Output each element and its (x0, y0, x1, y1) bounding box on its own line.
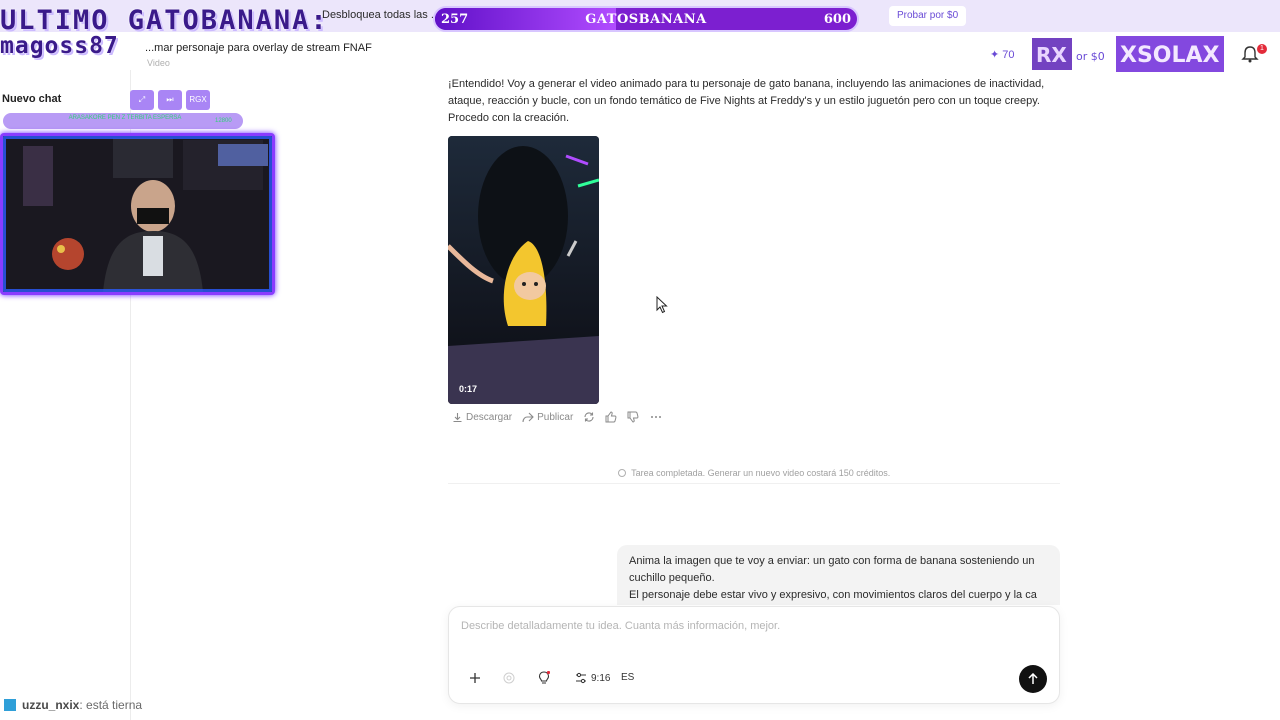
webcam-label-right: 12800 (215, 118, 232, 124)
aspect-ratio-selector[interactable]: 9:16 (575, 672, 610, 684)
sidebar-expand-button[interactable]: ⤢ (130, 90, 154, 110)
goal-title: GATOSBANANA (585, 12, 707, 27)
aspect-ratio-value: 9:16 (591, 672, 611, 684)
page-title: ...mar personaje para overlay de stream … (145, 42, 372, 54)
webcam-feed (0, 133, 275, 295)
assistant-message: ¡Entendido! Voy a generar el video anima… (448, 78, 1045, 124)
add-attachment-icon[interactable] (464, 667, 486, 689)
generated-video[interactable] (448, 136, 599, 404)
arrow-up-icon (1028, 673, 1038, 684)
disabled-option-icon[interactable] (498, 667, 520, 689)
user-message-line-1: Anima la imagen que te voy a enviar: un … (629, 555, 1035, 584)
download-label: Descargar (466, 411, 513, 423)
sponsor-logo-overlay: RX or $0 XSOLAX (1032, 36, 1224, 72)
prompt-composer: Describe detalladamente tu idea. Cuanta … (448, 606, 1060, 704)
publish-label: Publicar (537, 411, 574, 423)
app-root: Desbloquea todas las ... con una prueba … (0, 0, 1280, 720)
video-duration: 0:17 (459, 384, 478, 394)
page-subtitle: Video (147, 58, 170, 68)
overlay-username: magoss87 (0, 33, 119, 59)
settings-sliders-icon (576, 672, 586, 684)
sidebar-rgx-button[interactable]: RGX (186, 90, 210, 110)
send-button[interactable] (1019, 665, 1047, 693)
thumbs-up-icon[interactable] (605, 411, 617, 423)
task-status: Tarea completada. Generar un nuevo video… (448, 468, 1060, 484)
language-selector[interactable]: ES (621, 672, 634, 683)
chat-message: : está tierna (79, 698, 143, 712)
thumbs-down-icon[interactable] (627, 411, 639, 423)
chat-username: uzzu_nxix (22, 698, 80, 712)
svg-text:XSOLAX: XSOLAX (1120, 43, 1220, 68)
svg-text:or $0: or $0 (1076, 50, 1105, 63)
user-message-line-2: El personaje debe estar vivo y expresivo… (629, 589, 1037, 601)
mouse-cursor-icon (656, 296, 668, 314)
overlay-title: ULTIMO GATOBANANA: (0, 5, 329, 36)
task-status-text: Tarea completada. Generar un nuevo video… (631, 468, 891, 478)
download-button[interactable]: Descargar (452, 412, 512, 423)
credits-counter[interactable]: ✦ 70 (990, 48, 1015, 61)
share-icon (522, 412, 534, 422)
regenerate-icon[interactable] (583, 411, 595, 423)
user-message: Anima la imagen que te voy a enviar: un … (617, 545, 1060, 605)
chat-badge-icon (4, 699, 16, 711)
download-icon (453, 412, 462, 422)
prompt-input[interactable]: Describe detalladamente tu idea. Cuanta … (461, 620, 780, 632)
message-actions: Descargar Publicar (452, 409, 663, 425)
goal-target: 600 (823, 12, 851, 27)
lightbulb-icon[interactable] (533, 667, 555, 689)
new-chat-button[interactable]: Nuevo chat (2, 93, 61, 105)
stream-goal-bar: 257 GATOSBANANA 600 (433, 6, 859, 32)
more-options-icon[interactable] (649, 411, 663, 423)
sidebar-skip-button[interactable]: ⏭ (158, 90, 182, 110)
webcam-label: ARASAKORE PEN Z TERBITA ESPERSA (68, 115, 182, 121)
stream-chat-line: uzzu_nxix: está tierna (4, 698, 142, 712)
publish-button[interactable]: Publicar (522, 412, 573, 423)
status-check-icon (617, 469, 626, 477)
webcam-image (3, 136, 272, 292)
notification-badge: 1 (1257, 44, 1267, 54)
try-free-button[interactable]: Probar por $0 (889, 6, 967, 26)
svg-text:RX: RX (1036, 43, 1067, 67)
video-thumbnail (448, 136, 599, 404)
